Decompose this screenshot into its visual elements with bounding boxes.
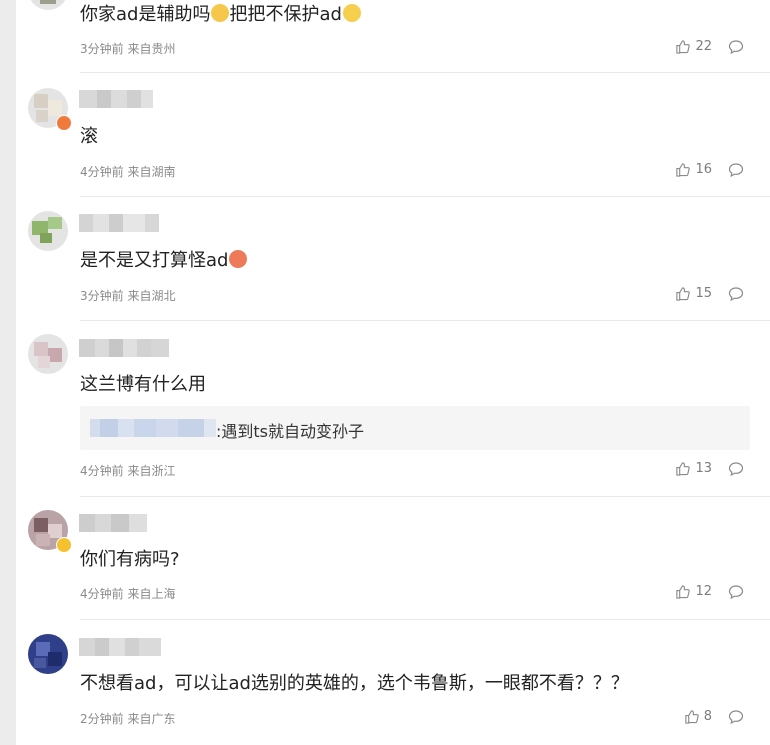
comment-text: 是不是又打算怪ad [80, 249, 248, 273]
comment-meta: 4分钟前 来自湖南 [80, 165, 176, 179]
username-blurred[interactable] [79, 638, 161, 656]
comment-bubble-icon[interactable] [728, 286, 744, 302]
comment-meta: 3分钟前 来自贵州 [80, 42, 176, 56]
username-blurred[interactable] [79, 214, 159, 232]
comment-bubble-icon[interactable] [728, 461, 744, 477]
comment-bubble-icon[interactable] [728, 39, 744, 55]
like-button[interactable]: 8 [684, 709, 712, 724]
like-count: 13 [695, 461, 712, 476]
comment-meta: 2分钟前 来自广东 [80, 712, 176, 726]
divider [80, 619, 770, 620]
comment-text: 你们有病吗? [80, 549, 180, 570]
like-button[interactable]: 22 [675, 39, 712, 54]
comment-bubble-icon[interactable] [728, 709, 744, 725]
verified-badge-icon [56, 537, 72, 553]
thumbs-up-icon [676, 40, 691, 54]
thumbs-up-icon [676, 287, 691, 301]
avatar[interactable] [28, 0, 68, 10]
username-blurred[interactable] [79, 90, 153, 108]
like-count: 12 [695, 584, 712, 599]
username-blurred[interactable] [79, 514, 147, 532]
comment-text: 这兰博有什么用 [80, 374, 206, 395]
comment-meta: 3分钟前 来自湖北 [80, 289, 176, 303]
smile-emoji-icon [342, 4, 361, 22]
thumbs-up-icon [676, 163, 691, 177]
thumbs-up-icon [676, 462, 691, 476]
comment-bubble-icon[interactable] [728, 162, 744, 178]
comment-bubble-icon[interactable] [728, 584, 744, 600]
comment-text: 你家ad是辅助吗 把把不保护ad [80, 3, 361, 27]
avatar[interactable] [28, 634, 68, 674]
divider [80, 496, 770, 497]
like-button[interactable]: 16 [675, 162, 712, 177]
avatar[interactable] [28, 334, 68, 374]
verified-badge-icon [56, 115, 72, 131]
username-blurred[interactable] [79, 339, 169, 357]
like-button[interactable]: 15 [675, 286, 712, 301]
avatar[interactable] [28, 211, 68, 251]
thinking-emoji-icon [211, 4, 230, 22]
comment-meta: 4分钟前 来自浙江 [80, 464, 176, 478]
like-count: 8 [703, 709, 712, 724]
reply-text: :遇到ts就自动变孙子 [216, 422, 365, 441]
like-button[interactable]: 13 [675, 461, 712, 476]
like-count: 16 [695, 162, 712, 177]
divider [80, 72, 770, 73]
comment-text: 不想看ad，可以让ad选别的英雄的，选个韦鲁斯，一眼都不看？？？ [80, 673, 629, 694]
comment-meta: 4分钟前 来自上海 [80, 587, 176, 601]
like-count: 22 [695, 39, 712, 54]
like-count: 15 [695, 286, 712, 301]
comment-list: 你家ad是辅助吗 把把不保护ad 3分钟前 来自贵州 22 滚 4分钟前 来自湖南… [16, 0, 770, 745]
thumbs-up-icon [676, 585, 691, 599]
comment-text: 滚 [80, 126, 98, 147]
reply-preview[interactable]: :遇到ts就自动变孙子 [80, 406, 750, 450]
divider [80, 320, 770, 321]
divider [80, 196, 770, 197]
like-button[interactable]: 12 [675, 584, 712, 599]
laughing-emoji-icon [229, 250, 248, 268]
thumbs-up-icon [685, 710, 699, 724]
reply-username-blurred[interactable] [90, 419, 216, 437]
